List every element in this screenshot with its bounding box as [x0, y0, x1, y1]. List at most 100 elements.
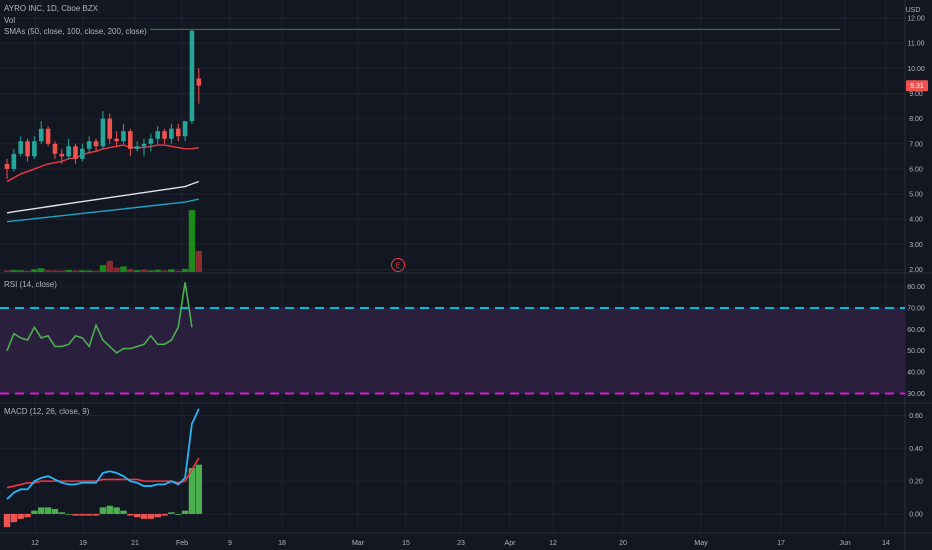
rsi-legend[interactable]: RSI (14, close) — [4, 280, 57, 289]
price-tick-label: 10.00 — [907, 66, 925, 73]
candle-body — [11, 153, 17, 169]
candle-body — [148, 138, 154, 144]
time-tick-label: 18 — [278, 540, 286, 547]
macd-tick-label: 0.00 — [909, 511, 923, 518]
price-tick-label: 11.00 — [908, 41, 925, 48]
time-tick-label: 12 — [549, 540, 557, 547]
histogram-bar — [17, 513, 24, 519]
candle-body — [155, 131, 160, 139]
macd-tick-label: 0.20 — [909, 479, 923, 486]
time-tick-label: 17 — [777, 540, 785, 547]
histogram-bar — [86, 513, 93, 516]
histogram-bar — [44, 507, 52, 514]
rsi-tick-label: 80.00 — [907, 284, 925, 291]
time-tick-label: 9 — [228, 540, 232, 547]
histogram-bar — [51, 509, 59, 514]
candle-body — [18, 141, 23, 154]
volume-bar — [133, 270, 141, 272]
candle-body — [141, 143, 147, 147]
price-tick-label: 5.00 — [909, 192, 923, 199]
volume-bar — [38, 268, 45, 272]
time-tick-label: May — [694, 540, 708, 547]
rsi-tick-label: 30.00 — [907, 391, 925, 398]
histogram-bar — [3, 513, 11, 528]
candle-body — [169, 128, 174, 139]
time-tick-label: 20 — [619, 540, 627, 547]
time-tick-label: 12 — [31, 540, 39, 547]
candle-body — [134, 146, 140, 149]
time-tick-label: 23 — [457, 540, 465, 547]
candle-body — [86, 141, 92, 149]
rsi-tick-label: 60.00 — [907, 327, 925, 334]
volume-bar — [147, 270, 155, 272]
histogram-bar — [113, 507, 120, 514]
histogram-bar — [72, 513, 79, 516]
candle-body — [175, 128, 181, 137]
histogram-bar — [99, 507, 107, 514]
histogram-bar — [161, 513, 168, 516]
histogram-bar — [79, 513, 86, 516]
volume-bar — [79, 270, 86, 272]
volume-bar — [3, 270, 11, 272]
histogram-bar — [181, 510, 189, 514]
volume-legend[interactable]: Vol — [4, 16, 15, 25]
histogram-bar — [154, 513, 161, 518]
volume-bar — [17, 270, 24, 272]
candle-body — [128, 131, 133, 149]
time-tick-label: Jun — [839, 540, 850, 547]
volume-bar — [72, 270, 79, 272]
candle-body — [66, 146, 71, 157]
histogram-bar — [140, 513, 148, 519]
price-tick-label: 3.00 — [909, 242, 923, 249]
histogram-bar — [106, 505, 113, 514]
candle-body — [107, 118, 113, 139]
volume-bar — [161, 270, 168, 272]
time-tick-label: 21 — [131, 540, 139, 547]
time-tick-label: Mar — [352, 540, 365, 547]
volume-bar — [51, 270, 59, 272]
candle-body — [114, 138, 119, 142]
symbol-legend[interactable]: AYRO INC, 1D, Cboe BZX — [4, 4, 98, 13]
volume-bar — [175, 270, 182, 272]
candle-body — [38, 128, 44, 142]
volume-bar — [120, 266, 127, 272]
histogram-bar — [195, 464, 202, 514]
volume-bar — [106, 260, 113, 272]
histogram-bar — [10, 513, 18, 523]
volume-bar — [86, 270, 93, 272]
candle-body — [100, 118, 106, 147]
volume-bar — [154, 269, 161, 272]
histogram-bar — [92, 513, 100, 516]
volume-bar — [140, 269, 148, 272]
histogram-bar — [175, 513, 182, 515]
rsi-band — [0, 308, 905, 394]
candle-body — [121, 131, 126, 142]
volume-bar — [58, 270, 65, 272]
candle-body — [196, 78, 202, 86]
macd-tick-label: 0.60 — [909, 413, 923, 420]
histogram-bar — [31, 510, 38, 514]
candle-body — [80, 148, 85, 159]
time-tick-label: Feb — [176, 540, 188, 547]
volume-bar — [10, 270, 18, 272]
price-tick-label: 2.00 — [909, 267, 923, 274]
macd-legend[interactable]: MACD (12, 26, close, 9) — [4, 407, 89, 416]
candle-body — [52, 143, 58, 154]
last-price-label: 9.31 — [910, 83, 924, 90]
volume-bar — [188, 210, 196, 272]
histogram-bar — [133, 513, 141, 518]
volume-bar — [195, 250, 202, 272]
volume-bar — [168, 269, 175, 272]
candle-body — [73, 146, 78, 159]
candle-body — [32, 141, 37, 157]
chart-canvas[interactable]: E 12.00 11.00 10.00 9.00 8.00 7.00 6.00 5.00 4.0… — [0, 0, 932, 550]
macd-tick-label: 0.40 — [909, 446, 923, 453]
price-tick-label: 9.00 — [909, 91, 923, 98]
volume-bar — [127, 268, 134, 272]
volume-bar — [92, 270, 100, 272]
candle-body — [189, 30, 195, 122]
histogram-bar — [38, 507, 45, 514]
sma-legend[interactable]: SMAs (50, close, 100, close, 200, close) — [4, 27, 147, 36]
rsi-tick-label: 40.00 — [907, 370, 925, 377]
volume-bar — [181, 268, 189, 272]
